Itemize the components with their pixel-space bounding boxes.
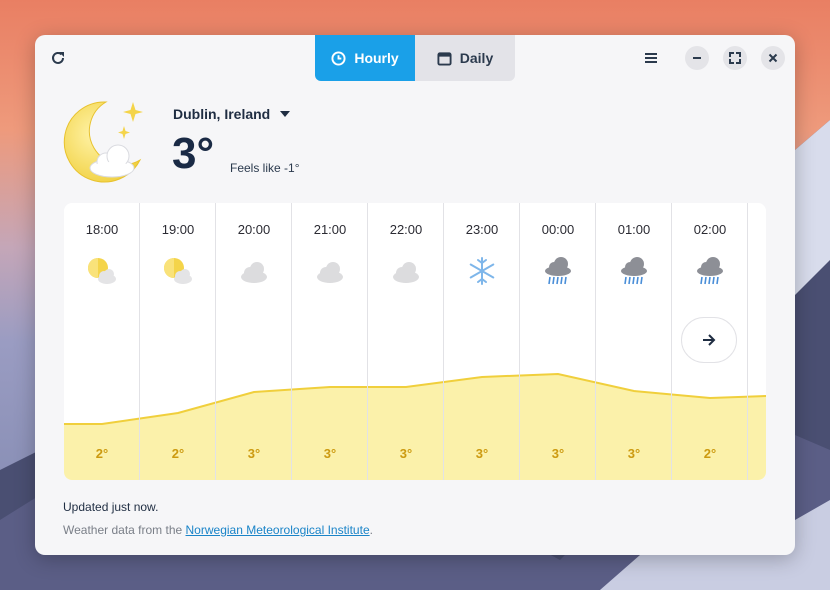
cloudy-icon (317, 262, 343, 283)
hamburger-menu-icon (645, 53, 657, 63)
attribution-prefix: Weather data from the (63, 523, 186, 537)
weather-window: Hourly Daily Dublin, Ireland 3° Feels li… (35, 35, 795, 555)
partly-cloudy-sun-icon (164, 258, 192, 284)
snowflake-icon (469, 257, 495, 285)
rain-cloud-icon (621, 257, 647, 285)
met-institute-link[interactable]: Norwegian Meteorological Institute (186, 523, 370, 537)
refresh-icon (52, 51, 64, 64)
updated-status: Updated just now. (63, 500, 159, 514)
main-menu-button[interactable] (639, 46, 663, 70)
hour-column: 22:00 3° (368, 203, 444, 480)
hour-column: 20:00 3° (216, 203, 292, 480)
hour-temp: 3° (475, 446, 489, 461)
hour-column-partial (748, 203, 766, 480)
hour-column: 19:00 2° (140, 203, 216, 480)
hour-column: 21:00 3° (292, 203, 368, 480)
cloudy-icon (241, 262, 267, 283)
minimize-button[interactable] (685, 46, 709, 70)
hour-time: 23:00 (465, 222, 499, 237)
arrow-right-icon (703, 334, 716, 346)
moon-stars-cloud-icon (63, 101, 143, 183)
rain-cloud-icon (697, 257, 723, 285)
hour-time: 01:00 (617, 222, 651, 237)
tab-hourly[interactable]: Hourly (315, 35, 415, 81)
hour-temp: 2° (703, 446, 717, 461)
scroll-next-button[interactable] (681, 317, 737, 363)
hour-temp: 3° (551, 446, 565, 461)
minimize-icon (693, 57, 701, 59)
calendar-icon (437, 51, 452, 66)
hour-time: 18:00 (85, 222, 119, 237)
close-icon (768, 53, 778, 63)
hour-temp: 3° (323, 446, 337, 461)
data-attribution: Weather data from the Norwegian Meteorol… (63, 523, 373, 537)
hour-temp: 3° (247, 446, 261, 461)
tab-daily-label: Daily (459, 50, 494, 66)
hour-time: 02:00 (693, 222, 727, 237)
tab-hourly-label: Hourly (354, 50, 399, 66)
hour-time: 21:00 (313, 222, 347, 237)
rain-cloud-icon (545, 257, 571, 285)
hour-temp: 3° (627, 446, 641, 461)
feels-like-text: Feels like -1° (230, 161, 300, 175)
maximize-icon (729, 52, 741, 64)
close-button[interactable] (761, 46, 785, 70)
location-label: Dublin, Ireland (173, 106, 271, 122)
current-temperature: 3° (172, 129, 215, 178)
cloudy-icon (393, 262, 419, 283)
hour-temp: 2° (171, 446, 185, 461)
chevron-down-icon (280, 111, 291, 117)
attribution-suffix: . (369, 523, 373, 537)
maximize-button[interactable] (723, 46, 747, 70)
hour-temp: 2° (95, 446, 109, 461)
hour-temp: 3° (399, 446, 413, 461)
hour-time: 19:00 (161, 222, 195, 237)
view-switcher: Hourly Daily (315, 35, 515, 81)
hour-column: 18:00 2° (64, 203, 140, 480)
refresh-button[interactable] (46, 46, 70, 70)
location-selector[interactable]: Dublin, Ireland (173, 106, 291, 122)
partly-cloudy-sun-icon (88, 258, 116, 284)
hour-time: 22:00 (389, 222, 423, 237)
tab-daily[interactable]: Daily (415, 35, 515, 81)
hour-time: 20:00 (237, 222, 271, 237)
hour-column: 01:00 3° (596, 203, 672, 480)
clock-icon (331, 50, 346, 66)
hourly-forecast-panel[interactable]: 18:00 2° 19:00 2° 20:00 3° 21:00 3° 22:0… (64, 203, 766, 480)
hour-time: 00:00 (541, 222, 575, 237)
hour-column: 23:00 3° (444, 203, 520, 480)
hour-column: 00:00 3° (520, 203, 596, 480)
